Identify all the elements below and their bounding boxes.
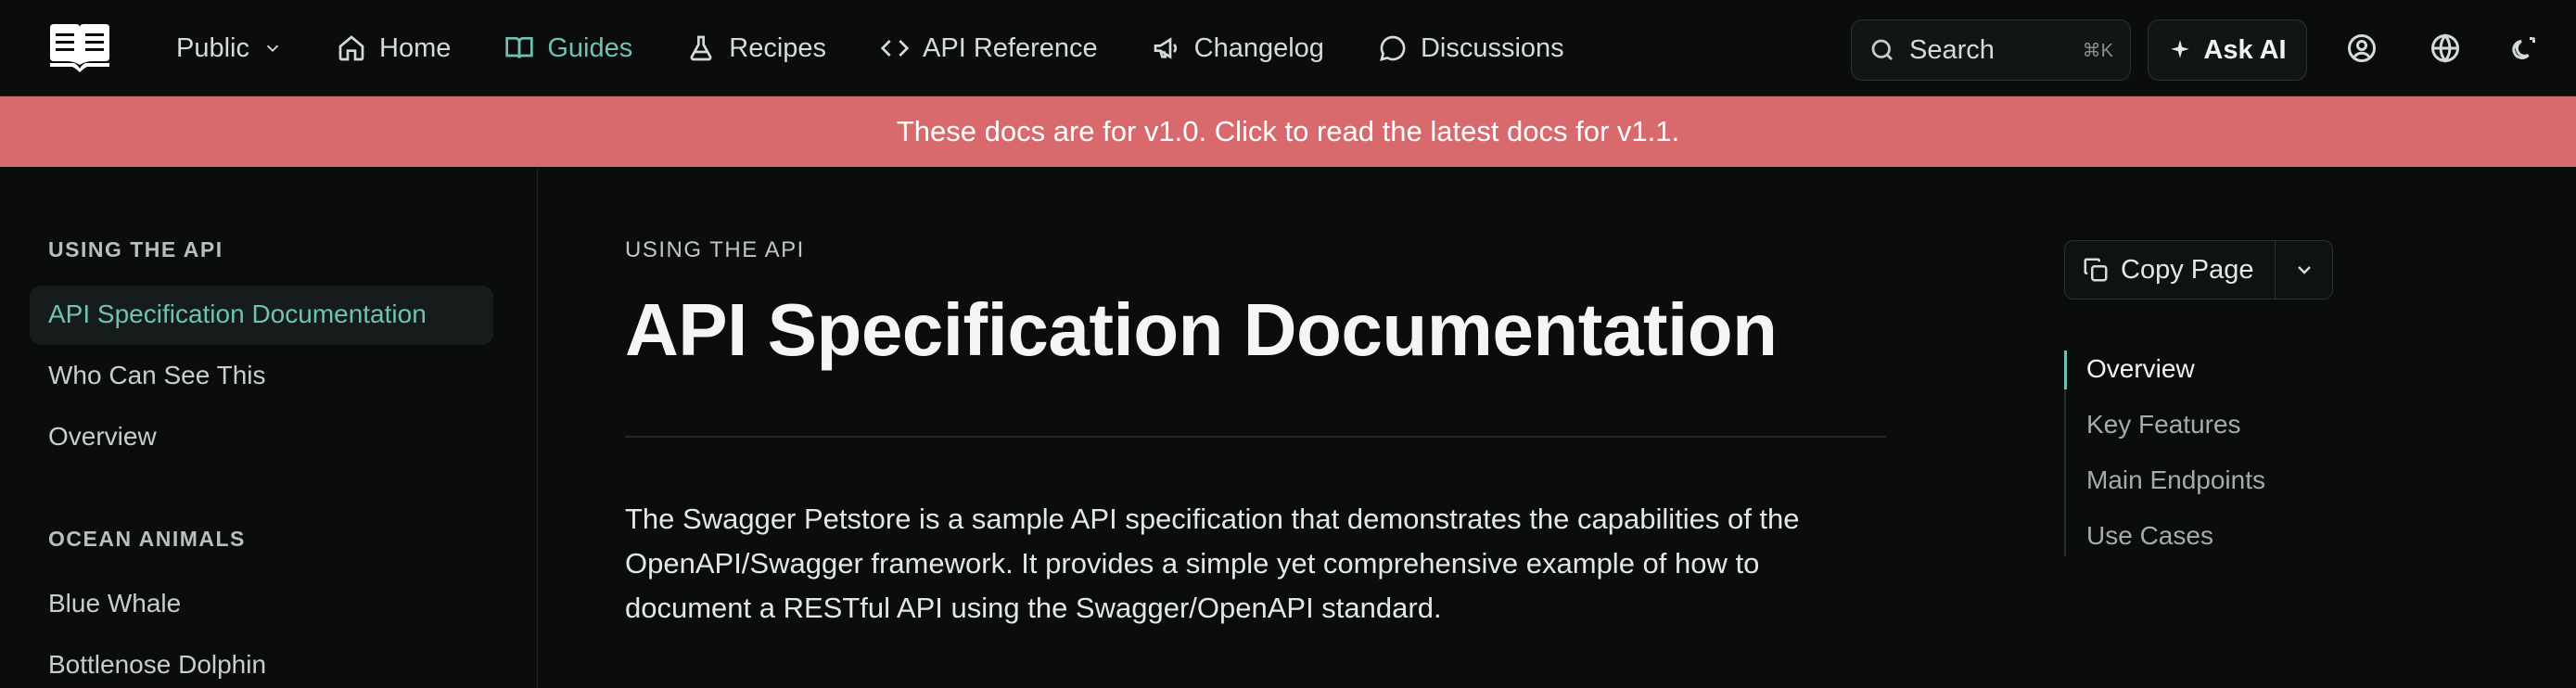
copy-page-dropdown-button[interactable] bbox=[2276, 241, 2332, 299]
language-button[interactable] bbox=[2429, 32, 2462, 65]
nav-discussions-label: Discussions bbox=[1420, 32, 1564, 63]
nav-discussions[interactable]: Discussions bbox=[1378, 33, 1564, 64]
theme-icon bbox=[2512, 36, 2536, 59]
nav-changelog-label: Changelog bbox=[1193, 32, 1324, 63]
theme-toggle-button[interactable] bbox=[2507, 32, 2541, 65]
search-shortcut: ⌘K bbox=[2082, 40, 2113, 61]
sidebar-item-who-can-see-this[interactable]: Who Can See This bbox=[48, 361, 266, 390]
copy-page-button[interactable]: Copy Page bbox=[2065, 241, 2275, 299]
ask-ai-button[interactable]: Ask AI bbox=[2148, 19, 2307, 81]
search-input[interactable]: Search ⌘K bbox=[1851, 19, 2131, 81]
code-icon bbox=[880, 40, 910, 57]
copy-page-label: Copy Page bbox=[2121, 254, 2254, 285]
flask-icon bbox=[690, 35, 712, 61]
logo-icon[interactable] bbox=[46, 22, 113, 74]
account-button[interactable] bbox=[2345, 32, 2378, 65]
sidebar-item-blue-whale[interactable]: Blue Whale bbox=[48, 589, 181, 618]
toc-item-main-endpoints[interactable]: Main Endpoints bbox=[2086, 465, 2265, 495]
sidebar-section-title: USING THE API bbox=[48, 237, 223, 261]
toc-item-overview[interactable]: Overview bbox=[2086, 354, 2195, 384]
sparkle-icon bbox=[2171, 40, 2190, 58]
page-title: API Specification Documentation bbox=[625, 288, 1778, 371]
title-divider bbox=[625, 436, 1886, 438]
top-navigation-bar: Public Home Guides Recipes API Reference… bbox=[0, 0, 2576, 96]
table-of-contents: Overview Key Features Main Endpoints Use… bbox=[2064, 350, 2342, 556]
copy-page-control: Copy Page bbox=[2064, 240, 2333, 299]
user-circle-icon bbox=[2348, 34, 2376, 62]
book-icon bbox=[505, 37, 534, 58]
toc-item-use-cases[interactable]: Use Cases bbox=[2086, 521, 2213, 551]
nav-home-label: Home bbox=[379, 32, 452, 63]
sidebar-section-title: OCEAN ANIMALS bbox=[48, 527, 246, 551]
toc-item-key-features[interactable]: Key Features bbox=[2086, 410, 2241, 440]
toc-active-indicator bbox=[2064, 350, 2067, 389]
nav-guides-label: Guides bbox=[547, 32, 633, 63]
nav-recipes[interactable]: Recipes bbox=[686, 33, 826, 64]
sidebar-item-bottlenose-dolphin[interactable]: Bottlenose Dolphin bbox=[48, 650, 266, 680]
sidebar-item-api-specification-documentation[interactable]: API Specification Documentation bbox=[48, 299, 427, 329]
search-icon bbox=[1871, 39, 1893, 60]
chevron-down-icon bbox=[2297, 266, 2311, 274]
nav-public-label: Public bbox=[176, 32, 249, 63]
main-nav: Public Home Guides Recipes API Reference… bbox=[176, 0, 1618, 96]
copy-icon bbox=[2084, 258, 2108, 282]
nav-public-dropdown[interactable]: Public bbox=[176, 33, 283, 64]
nav-changelog[interactable]: Changelog bbox=[1152, 33, 1324, 64]
version-banner-text: These docs are for v1.0. Click to read t… bbox=[896, 115, 1680, 147]
chevron-down-icon bbox=[266, 45, 279, 53]
megaphone-icon bbox=[1154, 37, 1177, 59]
sidebar-item-overview[interactable]: Overview bbox=[48, 422, 157, 452]
nav-recipes-label: Recipes bbox=[729, 32, 827, 63]
page-intro-paragraph: The Swagger Petstore is a sample API spe… bbox=[625, 503, 1800, 624]
nav-api-reference-label: API Reference bbox=[923, 32, 1098, 63]
nav-api-reference[interactable]: API Reference bbox=[880, 33, 1098, 64]
home-icon bbox=[338, 35, 364, 61]
ask-ai-label: Ask AI bbox=[2203, 34, 2287, 65]
version-banner[interactable]: These docs are for v1.0. Click to read t… bbox=[0, 96, 2576, 167]
page-eyebrow: USING THE API bbox=[625, 237, 805, 262]
nav-guides[interactable]: Guides bbox=[504, 33, 632, 64]
sidebar: USING THE API API Specification Document… bbox=[0, 167, 538, 688]
chat-bubble-icon bbox=[1380, 35, 1406, 61]
search-label: Search bbox=[1909, 34, 1995, 65]
nav-home[interactable]: Home bbox=[337, 33, 451, 64]
globe-icon bbox=[2431, 33, 2459, 63]
